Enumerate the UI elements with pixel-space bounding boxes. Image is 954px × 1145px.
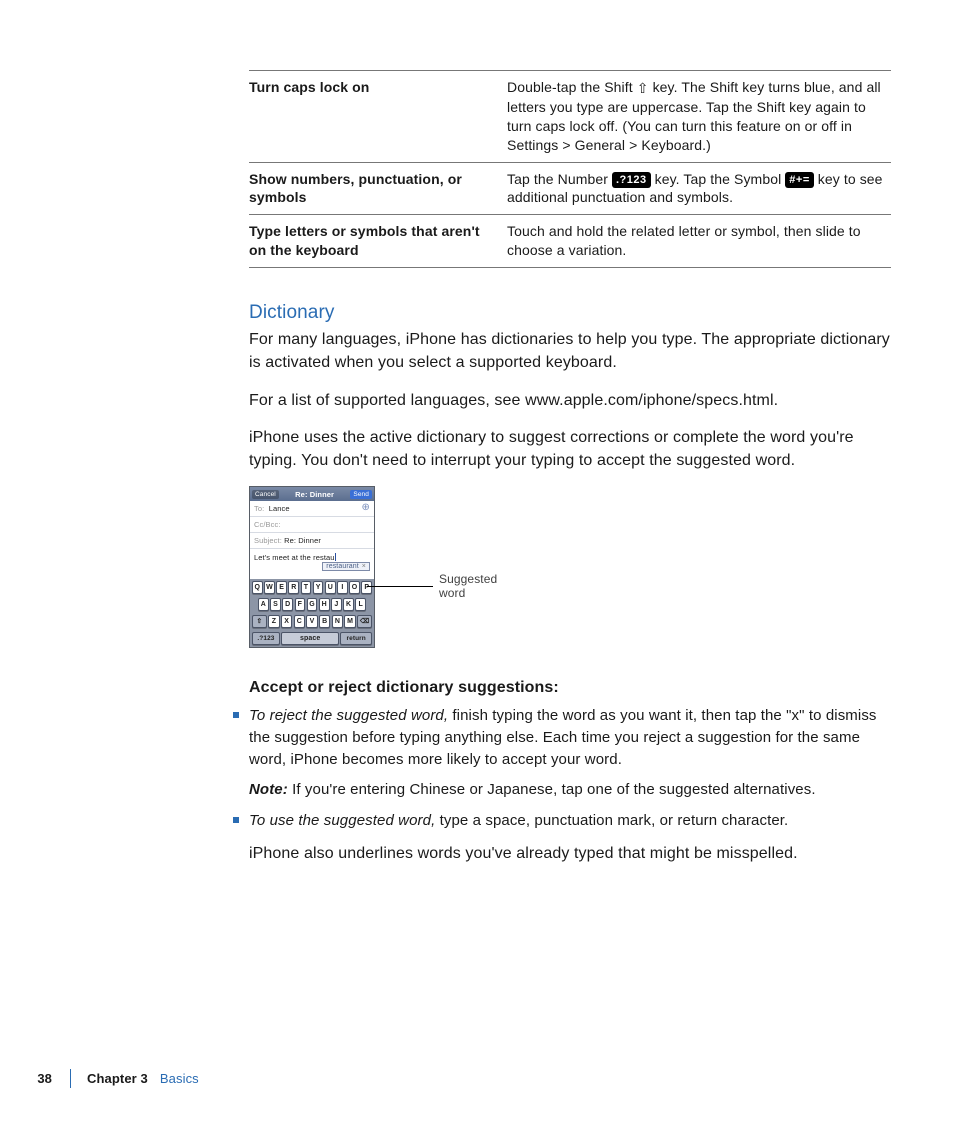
keyboard-key: L xyxy=(355,598,366,611)
keyboard-key: J xyxy=(331,598,342,611)
callout-suggested-word: Suggested word xyxy=(439,572,497,601)
keyboard-key: Y xyxy=(313,581,324,594)
list-item: To reject the suggested word, finish typ… xyxy=(249,705,891,800)
keyboard-key: E xyxy=(276,581,287,594)
mock-send-button: Send xyxy=(350,490,372,499)
keyboard-key: F xyxy=(295,598,306,611)
keyboard-key: V xyxy=(306,615,317,628)
footer-chapter-label: Chapter 3 xyxy=(87,1071,148,1086)
mock-suggestion-bubble: restaurant xyxy=(322,562,370,571)
dictionary-paragraph-1: For many languages, iPhone has dictionar… xyxy=(249,328,891,374)
mock-cancel-button: Cancel xyxy=(252,490,279,499)
keyboard-tips-table: Turn caps lock onDouble-tap the Shift ⇧ … xyxy=(249,70,891,268)
keyboard-key: A xyxy=(258,598,269,611)
page-number: 38 xyxy=(0,1071,52,1086)
suggestion-bullet-list: To reject the suggested word, finish typ… xyxy=(249,705,891,832)
page-footer: 38 Chapter 3 Basics xyxy=(0,1069,199,1088)
keyboard-key: Q xyxy=(252,581,263,594)
keyboard-key: .?123 xyxy=(252,632,280,645)
keyboard-key: O xyxy=(349,581,360,594)
list-item: To use the suggested word, type a space,… xyxy=(249,810,891,832)
table-row-description: Double-tap the Shift ⇧ key. The Shift ke… xyxy=(507,71,891,163)
keyboard-key: P xyxy=(361,581,372,594)
keyboard-key: I xyxy=(337,581,348,594)
keyboard-key: T xyxy=(301,581,312,594)
table-row-description: Tap the Number .?123 key. Tap the Symbol… xyxy=(507,162,891,215)
keyboard-key: space xyxy=(281,632,339,645)
keyboard-key: U xyxy=(325,581,336,594)
mock-subject-field: Subject: Re: Dinner xyxy=(250,533,374,549)
footer-chapter-name: Basics xyxy=(160,1071,199,1086)
mock-to-field: To: Lance ⊕ xyxy=(250,501,374,517)
keyboard-key: ⌫ xyxy=(357,615,372,628)
keyboard-key: D xyxy=(282,598,293,611)
keyboard-key: M xyxy=(344,615,355,628)
mock-message-body: Let's meet at the restau restaurant xyxy=(250,549,374,579)
table-row-label: Turn caps lock on xyxy=(249,71,507,163)
keyboard-key: S xyxy=(270,598,281,611)
mock-navbar-title: Re: Dinner xyxy=(279,490,351,499)
keyboard-key: W xyxy=(264,581,275,594)
keyboard-key: B xyxy=(319,615,330,628)
keyboard-key: Z xyxy=(268,615,279,628)
underline-note-paragraph: iPhone also underlines words you've alre… xyxy=(249,842,891,865)
keyboard-key: G xyxy=(307,598,318,611)
keyboard-key: H xyxy=(319,598,330,611)
section-heading-dictionary: Dictionary xyxy=(249,302,891,324)
number-key-icon: .?123 xyxy=(612,172,651,189)
table-row-label: Show numbers, punctuation, or symbols xyxy=(249,162,507,215)
mock-keyboard: QWERTYUIOP ASDFGHJKL ⇧ZXCVBNM⌫ .?123spac… xyxy=(250,579,374,647)
keyboard-key: C xyxy=(294,615,305,628)
keyboard-key: return xyxy=(340,632,372,645)
mock-cc-field: Cc/Bcc: xyxy=(250,517,374,533)
table-row-label: Type letters or symbols that aren't on t… xyxy=(249,215,507,268)
iphone-screenshot-mock: Cancel Re: Dinner Send To: Lance ⊕ Cc/Bc… xyxy=(249,486,375,648)
dictionary-paragraph-2: For a list of supported languages, see w… xyxy=(249,389,891,412)
symbol-key-icon: #+= xyxy=(785,172,813,189)
keyboard-key: R xyxy=(288,581,299,594)
keyboard-key: N xyxy=(332,615,343,628)
shift-key-icon: ⇧ xyxy=(637,79,649,98)
keyboard-key: ⇧ xyxy=(252,615,267,628)
keyboard-key: K xyxy=(343,598,354,611)
dictionary-paragraph-3: iPhone uses the active dictionary to sug… xyxy=(249,426,891,472)
table-row-description: Touch and hold the related letter or sym… xyxy=(507,215,891,268)
accept-reject-subheading: Accept or reject dictionary suggestions: xyxy=(249,676,891,699)
keyboard-key: X xyxy=(281,615,292,628)
